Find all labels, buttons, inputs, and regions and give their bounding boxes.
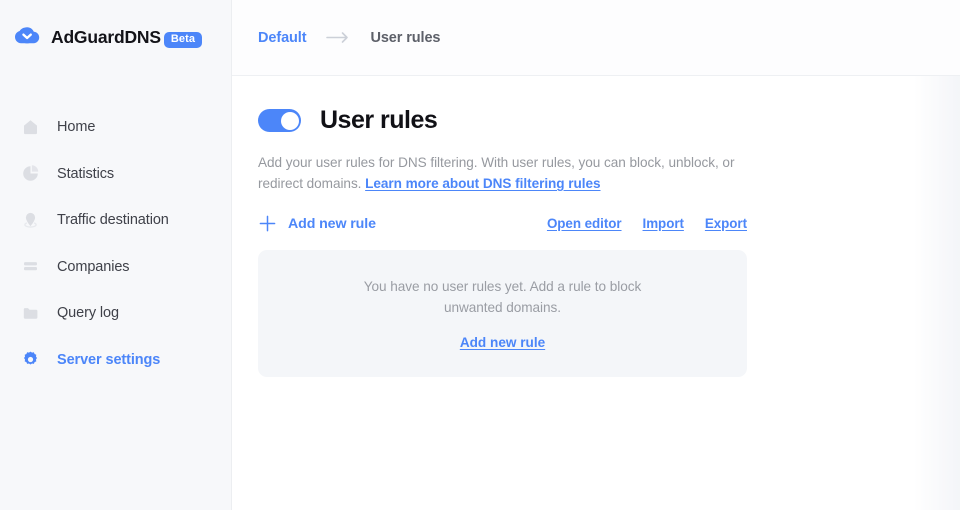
learn-more-link[interactable]: Learn more about DNS filtering rules	[365, 176, 600, 191]
page-description: Add your user rules for DNS filtering. W…	[258, 152, 758, 194]
page-body: User rules Add your user rules for DNS f…	[232, 76, 960, 378]
page-title: User rules	[320, 106, 438, 134]
sidebar: AdGuardDNS Beta Home Statistics Traffic …	[0, 0, 232, 510]
home-icon	[20, 117, 41, 138]
user-rules-toggle[interactable]	[258, 109, 301, 132]
location-pin-icon	[20, 210, 41, 231]
add-new-rule-button[interactable]: Add new rule	[258, 214, 376, 233]
brand-name-second: DNS	[124, 27, 161, 47]
arrow-right-icon	[326, 31, 350, 44]
toggle-knob	[280, 111, 299, 130]
open-editor-link[interactable]: Open editor	[547, 216, 622, 231]
sidebar-item-label: Companies	[57, 258, 130, 275]
brand-name: AdGuardDNS Beta	[51, 27, 203, 49]
beta-badge: Beta	[163, 32, 203, 48]
sidebar-item-label: Home	[57, 119, 96, 136]
empty-state-card: You have no user rules yet. Add a rule t…	[258, 250, 747, 378]
sidebar-item-traffic-destination[interactable]: Traffic destination	[0, 197, 231, 244]
breadcrumb-current: User rules	[370, 29, 441, 46]
topbar: Default User rules	[232, 0, 960, 76]
sidebar-item-label: Traffic destination	[57, 212, 169, 229]
gear-icon	[20, 349, 41, 370]
sidebar-item-server-settings[interactable]: Server settings	[0, 337, 231, 384]
empty-state-message: You have no user rules yet. Add a rule t…	[363, 279, 642, 315]
export-link[interactable]: Export	[705, 216, 747, 231]
breadcrumb-parent-link[interactable]: Default	[258, 30, 307, 46]
sidebar-item-label: Query log	[57, 305, 119, 322]
sidebar-item-statistics[interactable]: Statistics	[0, 151, 231, 198]
sidebar-item-label: Server settings	[57, 351, 161, 368]
sidebar-item-query-log[interactable]: Query log	[0, 290, 231, 337]
sidebar-item-companies[interactable]: Companies	[0, 244, 231, 291]
import-link[interactable]: Import	[643, 216, 684, 231]
plus-icon	[258, 214, 277, 233]
add-new-rule-label: Add new rule	[288, 215, 376, 232]
app-window: AdGuardDNS Beta Home Statistics Traffic …	[0, 0, 960, 510]
empty-state-add-rule-link[interactable]: Add new rule	[460, 335, 545, 350]
brand-name-first: AdGuard	[51, 27, 125, 47]
sidebar-item-home[interactable]: Home	[0, 104, 231, 151]
layers-icon	[20, 256, 41, 277]
breadcrumb: Default User rules	[258, 30, 440, 46]
action-links: Open editor Import Export	[547, 216, 747, 231]
sidebar-nav: Home Statistics Traffic destination Comp…	[0, 76, 231, 383]
folder-icon	[20, 303, 41, 324]
title-row: User rules	[258, 106, 934, 135]
shield-check-down-icon	[15, 27, 40, 44]
pie-chart-icon	[20, 163, 41, 184]
main-content: Default User rules User rules Add your u…	[232, 0, 960, 510]
action-row: Add new rule Open editor Import Export	[258, 214, 747, 233]
brand-header[interactable]: AdGuardDNS Beta	[0, 0, 231, 76]
sidebar-item-label: Statistics	[57, 165, 115, 182]
